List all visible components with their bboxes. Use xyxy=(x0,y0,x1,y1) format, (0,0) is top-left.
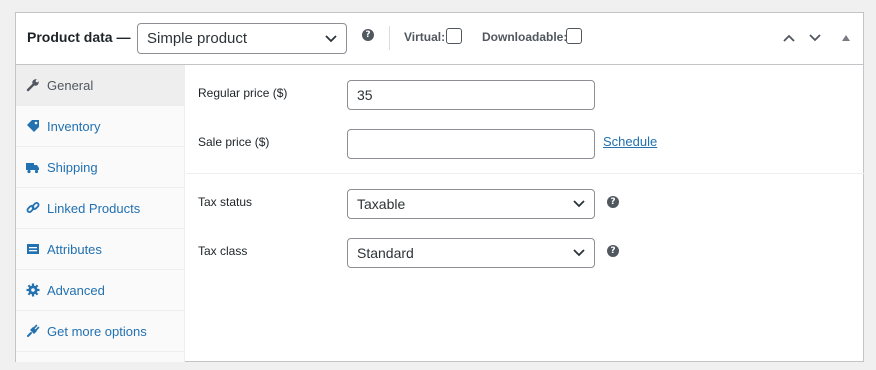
schedule-link[interactable]: Schedule xyxy=(603,134,657,149)
tab-label: Inventory xyxy=(47,119,101,134)
tab-label: Linked Products xyxy=(47,201,141,216)
plugin-icon xyxy=(27,324,40,337)
link-icon xyxy=(26,202,40,213)
tab-label: General xyxy=(47,78,94,93)
virtual-checkbox[interactable] xyxy=(446,28,462,44)
tab-shipping[interactable]: Shipping xyxy=(16,147,184,188)
help-icon[interactable]: ? xyxy=(607,245,619,257)
tax-status-label: Tax status xyxy=(198,195,253,209)
tab-label: Get more options xyxy=(47,324,147,339)
gear-icon xyxy=(26,283,40,297)
tab-general[interactable]: General xyxy=(16,65,184,106)
sale-price-input[interactable] xyxy=(347,129,595,159)
help-icon[interactable]: ? xyxy=(607,196,619,208)
chevron-up-icon[interactable] xyxy=(782,33,796,43)
tab-label: Shipping xyxy=(47,160,98,175)
tag-icon xyxy=(27,120,39,132)
tax-class-select[interactable]: Standard xyxy=(347,238,595,268)
tab-linked-products[interactable]: Linked Products xyxy=(16,188,184,229)
tab-get-more-options[interactable]: Get more options xyxy=(16,311,184,352)
tax-class-value: Standard xyxy=(357,245,414,261)
tab-advanced[interactable]: Advanced xyxy=(16,270,184,311)
collapse-toggle-icon[interactable] xyxy=(841,34,851,42)
product-data-panel: Product data — Simple product ? Virtual:… xyxy=(15,12,864,362)
virtual-label: Virtual: xyxy=(404,30,446,44)
chevron-down-icon xyxy=(573,249,585,257)
help-icon[interactable]: ? xyxy=(362,29,374,41)
chevron-down-icon xyxy=(573,200,585,208)
tab-label: Attributes xyxy=(47,242,102,257)
tab-attributes[interactable]: Attributes xyxy=(16,229,184,270)
downloadable-checkbox[interactable] xyxy=(566,28,582,44)
product-type-select[interactable]: Simple product xyxy=(137,23,347,54)
product-type-value: Simple product xyxy=(147,30,248,47)
tab-label: Advanced xyxy=(47,283,105,298)
tab-inventory[interactable]: Inventory xyxy=(16,106,184,147)
chevron-down-icon[interactable] xyxy=(808,33,822,43)
tax-class-label: Tax class xyxy=(198,244,248,258)
regular-price-input[interactable]: 35 xyxy=(347,80,595,110)
wrench-icon xyxy=(26,79,39,92)
downloadable-label: Downloadable: xyxy=(482,30,568,44)
chevron-down-icon xyxy=(325,34,337,42)
tax-status-value: Taxable xyxy=(357,196,406,212)
regular-price-label: Regular price ($) xyxy=(198,86,288,100)
sale-price-label: Sale price ($) xyxy=(198,135,270,149)
product-data-tabs: General Inventory Shipping Linked Produc… xyxy=(16,65,185,362)
panel-header: Product data — Simple product ? Virtual:… xyxy=(16,13,863,65)
tax-status-select[interactable]: Taxable xyxy=(347,189,595,219)
panel-title: Product data — xyxy=(27,29,131,45)
truck-icon xyxy=(26,163,39,174)
list-icon xyxy=(27,244,39,254)
section-divider xyxy=(186,173,864,174)
header-divider xyxy=(389,26,390,50)
general-panel: Regular price ($) 35 Sale price ($) Sche… xyxy=(186,65,864,362)
